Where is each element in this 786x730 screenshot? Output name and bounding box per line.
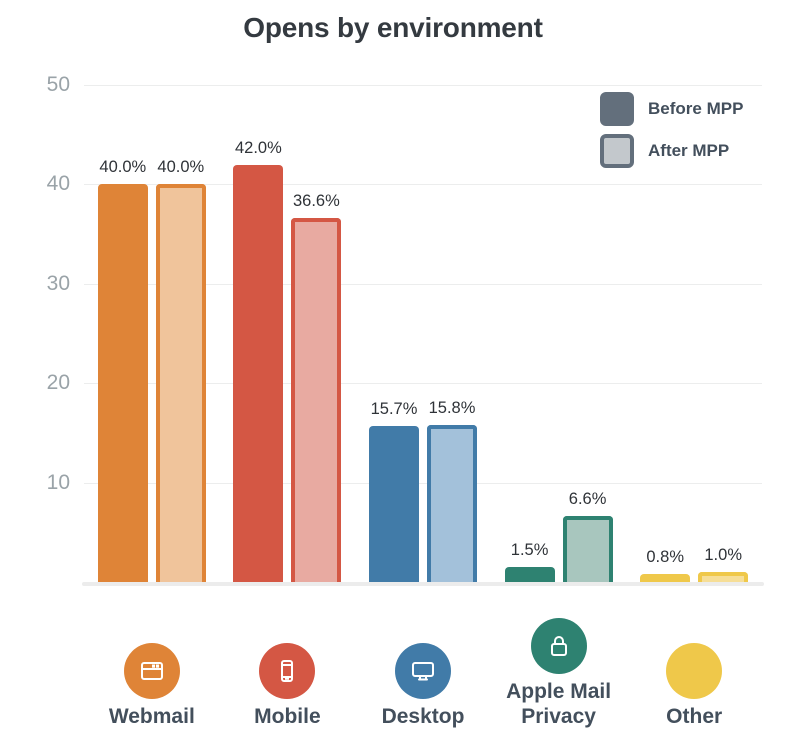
desktop-monitor-icon: [395, 643, 451, 700]
y-axis-tick-label: 50: [46, 73, 70, 96]
bar-webmail-before-mpp[interactable]: [97, 184, 148, 582]
bar-value-label: 40.0%: [157, 158, 205, 177]
chart-title: Opens by environment: [243, 12, 543, 43]
bar-mobile-before-mpp[interactable]: [233, 164, 284, 582]
chart-legend: Before MPP After MPP: [600, 88, 780, 172]
mobile-phone-icon: [259, 643, 316, 700]
bar-value-label: 36.6%: [292, 192, 340, 211]
bar-desktop-after-mpp[interactable]: [427, 424, 477, 582]
bar-value-label: 15.8%: [428, 398, 476, 417]
y-axis-tick-label: 10: [46, 470, 70, 494]
bar-value-label: 1.0%: [704, 546, 742, 565]
y-axis-tick-label: 30: [46, 271, 70, 295]
legend-swatch-icon: [600, 134, 634, 168]
bar-apple-mail-privacy-after-mpp[interactable]: [562, 516, 613, 582]
legend-item-label: Before MPP: [648, 99, 744, 118]
browser-window-icon: [123, 643, 180, 700]
legend-swatch-icon: [600, 92, 634, 126]
gridline: [84, 85, 762, 86]
bar-desktop-before-mpp[interactable]: [369, 425, 419, 582]
bar-chart: Opens by environment 50 40 30 20 10 40.0% 40.0…: [0, 0, 786, 730]
bar-value-label: 1.5%: [510, 541, 549, 560]
bar-value-label: 42.0%: [234, 138, 282, 157]
bar-other-after-mpp[interactable]: [698, 572, 749, 582]
bar-apple-mail-privacy-before-mpp[interactable]: [504, 567, 555, 582]
bar-value-label: 15.7%: [370, 399, 418, 418]
bar-webmail-after-mpp[interactable]: [155, 184, 206, 582]
bar-value-label: 0.8%: [646, 548, 684, 567]
y-axis-tick-label: 20: [46, 371, 70, 395]
legend-item-label: After MPP: [648, 141, 730, 160]
x-axis-category-other: Other: [609, 643, 779, 730]
bar-value-label: 40.0%: [99, 158, 147, 177]
bar-mobile-after-mpp[interactable]: [291, 218, 342, 582]
x-axis-category-label: Other: [666, 705, 723, 729]
blank-circle-icon: [666, 643, 723, 700]
y-axis-tick-label: 40: [46, 172, 70, 196]
x-axis-baseline: [82, 582, 764, 586]
legend-item-before-mpp[interactable]: Before MPP: [600, 88, 780, 130]
bar-other-before-mpp[interactable]: [640, 574, 691, 582]
legend-item-after-mpp[interactable]: After MPP: [600, 130, 780, 172]
padlock-icon: [530, 618, 587, 675]
bar-value-label: 6.6%: [568, 490, 607, 509]
